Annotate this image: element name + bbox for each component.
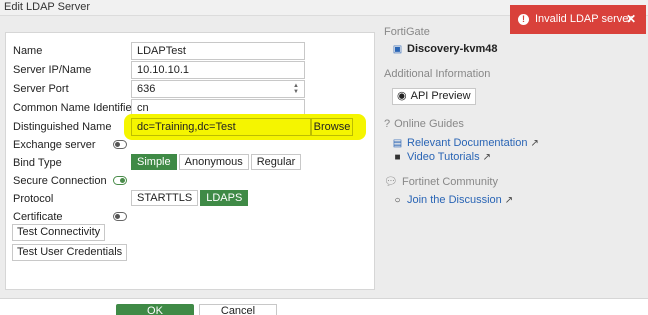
bind-type-simple[interactable]: Simple [131,154,177,170]
video-icon: ■ [394,152,401,163]
name-row: Name LDAPTest [6,41,376,61]
server-ip-input[interactable]: 10.10.10.1 [131,61,305,79]
error-toast: ! Invalid LDAP server ✕ [510,5,646,34]
video-tutorials-label: Video Tutorials [407,151,480,163]
join-discussion-label: Join the Discussion [407,194,502,206]
device-line: ▣ Discovery-kvm48 [392,43,498,55]
server-port-label: Server Port [13,83,69,95]
comment-icon: ○ [394,195,401,206]
bind-type-regular[interactable]: Regular [250,154,302,170]
server-ip-label: Server IP/Name [13,64,92,76]
protocol-ldaps[interactable]: LDAPS [200,190,249,206]
relevant-docs-label: Relevant Documentation [407,137,528,149]
toast-message: Invalid LDAP server [535,13,633,25]
dn-label: Distinguished Name [13,121,112,133]
device-icon: ▣ [392,44,403,55]
online-guides-label: Online Guides [394,118,464,130]
server-ip-row: Server IP/Name 10.10.10.1 [6,60,376,80]
help-icon: ? [384,118,391,130]
cancel-button[interactable]: Cancel [199,304,277,315]
certificate-label: Certificate [13,211,63,223]
port-stepper-icon[interactable]: ▲ ▼ [292,83,300,95]
test-user-credentials-button[interactable]: Test User Credentials [12,244,128,261]
secure-connection-toggle[interactable] [113,176,127,185]
fortigate-heading: FortiGate [384,26,430,38]
exchange-server-row: Exchange server [6,135,376,155]
browse-button[interactable]: Browse [311,118,353,136]
community-heading: 💬︎ Fortinet Community [384,175,498,188]
external-link-icon: ↗ [504,195,514,206]
certificate-toggle[interactable] [113,212,127,221]
name-input[interactable]: LDAPTest [131,42,305,60]
online-guides-heading: ? Online Guides [384,118,464,130]
error-icon: ! [518,13,529,25]
join-discussion-link[interactable]: ○ Join the Discussion ↗ [392,194,513,206]
dn-input[interactable]: dc=Training,dc=Test [131,118,311,136]
dn-row: Distinguished Name dc=Training,dc=Test B… [6,114,376,140]
external-link-icon: ↗ [482,152,491,163]
eye-icon: ◉ [397,90,407,102]
server-port-value: 636 [137,83,156,95]
protocol-selector: STARTTLS LDAPS [131,190,250,206]
exchange-server-toggle[interactable] [113,140,127,149]
bind-type-label: Bind Type [13,157,62,169]
server-port-row: Server Port 636 ▲ ▼ [6,79,376,99]
api-preview-label: API Preview [410,90,471,102]
chat-bubbles-icon: 💬︎ [384,176,398,188]
video-tutorials-link[interactable]: ■ Video Tutorials ↗ [392,151,491,163]
protocol-row: Protocol STARTTLS LDAPS [6,189,376,209]
protocol-starttls[interactable]: STARTTLS [131,190,199,206]
cn-identifier-label: Common Name Identifier [13,102,136,114]
bind-type-selector: Simple Anonymous Regular [131,154,303,170]
footer-bar [0,298,648,315]
secure-connection-row: Secure Connection [6,171,376,191]
protocol-label: Protocol [13,193,54,205]
additional-info-heading: Additional Information [384,68,491,80]
close-icon[interactable]: ✕ [626,5,636,34]
relevant-docs-link[interactable]: ▤ Relevant Documentation ↗ [392,137,539,149]
api-preview-button[interactable]: ◉ API Preview [392,88,476,105]
name-label: Name [13,45,43,57]
book-icon: ▤ [392,138,403,149]
bind-type-anonymous[interactable]: Anonymous [178,154,249,170]
ldap-form-panel: Name LDAPTest Server IP/Name 10.10.10.1 … [5,32,375,290]
external-link-icon: ↗ [530,138,539,149]
ok-button[interactable]: OK [116,304,194,315]
exchange-server-label: Exchange server [13,139,96,151]
secure-connection-label: Secure Connection [13,175,107,187]
device-name: Discovery-kvm48 [407,43,498,55]
bind-type-row: Bind Type Simple Anonymous Regular [6,153,376,173]
community-label: Fortinet Community [401,176,498,188]
test-connectivity-button[interactable]: Test Connectivity [12,224,106,241]
server-port-input[interactable]: 636 ▲ ▼ [131,80,305,98]
